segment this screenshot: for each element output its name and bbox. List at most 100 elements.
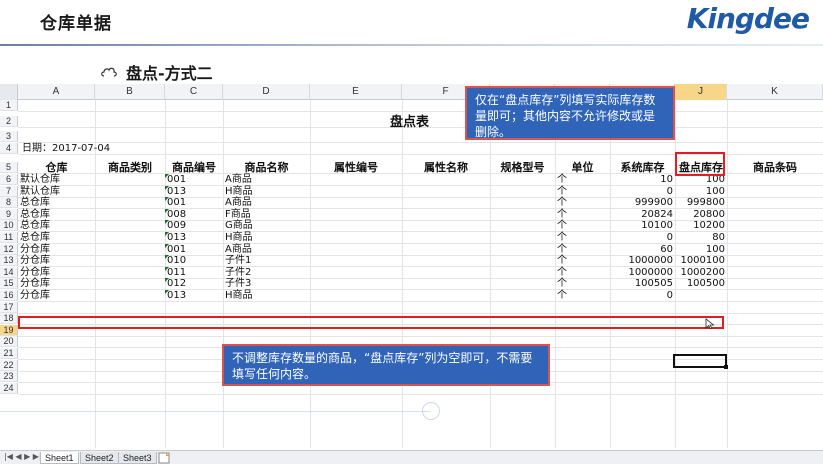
unit-cell[interactable]: 个 — [555, 244, 610, 255]
item-name-cell[interactable]: H商品 — [223, 186, 310, 197]
row-number[interactable]: 15 — [0, 278, 18, 290]
row-number[interactable]: 22 — [0, 359, 18, 371]
unit-cell[interactable]: 个 — [555, 290, 610, 301]
item-name-cell[interactable]: 子件3 — [223, 278, 310, 289]
warehouse-cell[interactable]: 默认仓库 — [18, 174, 95, 185]
item-code-cell[interactable]: 008 — [165, 209, 223, 220]
item-code-cell[interactable]: 001 — [165, 174, 223, 185]
item-code-cell[interactable]: 009 — [165, 220, 223, 231]
item-code-cell[interactable]: 001 — [165, 197, 223, 208]
row-number[interactable]: 3 — [0, 131, 18, 143]
row-number[interactable]: 1 — [0, 100, 18, 111]
table-header-cell[interactable]: 仓库 — [18, 162, 95, 173]
item-name-cell[interactable]: G商品 — [223, 220, 310, 231]
row-number[interactable]: 4 — [0, 142, 18, 154]
table-header-cell[interactable]: 商品编号 — [165, 162, 223, 173]
date-cell[interactable]: 日期：2017-07-04 — [20, 143, 112, 154]
unit-cell[interactable]: 个 — [555, 186, 610, 197]
warehouse-cell[interactable]: 默认仓库 — [18, 186, 95, 197]
table-title[interactable]: 盘点表 — [390, 111, 429, 130]
table-header-cell[interactable]: 商品名称 — [223, 162, 310, 173]
system-stock-cell[interactable]: 60 — [610, 244, 675, 255]
row-number[interactable]: 11 — [0, 232, 18, 243]
row-number[interactable]: 19 — [0, 324, 18, 336]
row-number[interactable]: 10 — [0, 220, 18, 232]
tab-navigation-arrows[interactable]: |◀ ◀ ▶ ▶| — [4, 452, 42, 461]
tab-sheet3[interactable]: Sheet3 — [118, 452, 157, 464]
count-stock-cell[interactable]: 20800 — [675, 209, 727, 220]
column-header-k[interactable]: K — [727, 84, 823, 100]
item-name-cell[interactable]: H商品 — [223, 290, 310, 301]
system-stock-cell[interactable]: 20824 — [610, 209, 675, 220]
column-header-c[interactable]: C — [165, 84, 223, 100]
row-number[interactable]: 16 — [0, 290, 18, 301]
item-name-cell[interactable]: 子件1 — [223, 255, 310, 266]
tab-sheet2[interactable]: Sheet2 — [80, 452, 119, 464]
count-stock-cell[interactable]: 10200 — [675, 220, 727, 231]
item-name-cell[interactable]: A商品 — [223, 174, 310, 185]
warehouse-cell[interactable]: 总仓库 — [18, 232, 95, 243]
column-header-j[interactable]: J — [675, 84, 727, 100]
row-number[interactable]: 9 — [0, 208, 18, 220]
row-number[interactable]: 13 — [0, 255, 18, 267]
row-number[interactable]: 20 — [0, 336, 18, 348]
unit-cell[interactable]: 个 — [555, 209, 610, 220]
row-number[interactable]: 12 — [0, 243, 18, 255]
select-all-corner[interactable] — [0, 84, 18, 100]
table-header-cell[interactable]: 商品类别 — [95, 162, 165, 173]
count-stock-cell[interactable]: 100500 — [675, 278, 727, 289]
warehouse-cell[interactable]: 分仓库 — [18, 290, 95, 301]
unit-cell[interactable]: 个 — [555, 255, 610, 266]
row-number[interactable]: 24 — [0, 382, 18, 394]
row-number[interactable]: 2 — [0, 115, 18, 127]
system-stock-cell[interactable]: 0 — [610, 232, 675, 243]
item-name-cell[interactable]: F商品 — [223, 209, 310, 220]
row-number[interactable]: 21 — [0, 348, 18, 359]
system-stock-cell[interactable]: 10100 — [610, 220, 675, 231]
system-stock-cell[interactable]: 0 — [610, 186, 675, 197]
item-name-cell[interactable]: A商品 — [223, 197, 310, 208]
item-name-cell[interactable]: H商品 — [223, 232, 310, 243]
system-stock-cell[interactable]: 10 — [610, 174, 675, 185]
tab-sheet1[interactable]: Sheet1 — [40, 452, 79, 464]
item-code-cell[interactable]: 012 — [165, 278, 223, 289]
item-code-cell[interactable]: 013 — [165, 186, 223, 197]
selected-cell-J19[interactable] — [673, 354, 727, 368]
system-stock-cell[interactable]: 100505 — [610, 278, 675, 289]
item-code-cell[interactable]: 013 — [165, 232, 223, 243]
fill-handle[interactable] — [724, 365, 728, 369]
item-code-cell[interactable]: 001 — [165, 244, 223, 255]
table-header-cell[interactable]: 系统库存 — [610, 162, 675, 173]
count-stock-cell[interactable]: 1000200 — [675, 267, 727, 278]
item-code-cell[interactable]: 013 — [165, 290, 223, 301]
unit-cell[interactable]: 个 — [555, 174, 610, 185]
row-number[interactable]: 6 — [0, 174, 18, 185]
unit-cell[interactable]: 个 — [555, 267, 610, 278]
item-name-cell[interactable]: A商品 — [223, 244, 310, 255]
item-code-cell[interactable]: 011 — [165, 267, 223, 278]
warehouse-cell[interactable]: 总仓库 — [18, 220, 95, 231]
unit-cell[interactable]: 个 — [555, 197, 610, 208]
table-header-cell[interactable]: 单位 — [555, 162, 610, 173]
count-stock-cell[interactable]: 1000100 — [675, 255, 727, 266]
row-number[interactable]: 7 — [0, 185, 18, 197]
unit-cell[interactable]: 个 — [555, 232, 610, 243]
column-header-e[interactable]: E — [310, 84, 402, 100]
insert-sheet-icon[interactable] — [158, 452, 172, 464]
system-stock-cell[interactable]: 1000000 — [610, 255, 675, 266]
column-header-a[interactable]: A — [18, 84, 95, 100]
warehouse-cell[interactable]: 分仓库 — [18, 278, 95, 289]
system-stock-cell[interactable]: 999900 — [610, 197, 675, 208]
table-header-cell[interactable]: 规格型号 — [490, 162, 555, 173]
system-stock-cell[interactable]: 0 — [610, 290, 675, 301]
warehouse-cell[interactable]: 总仓库 — [18, 209, 95, 220]
warehouse-cell[interactable]: 总仓库 — [18, 197, 95, 208]
row-number[interactable]: 23 — [0, 371, 18, 383]
warehouse-cell[interactable]: 分仓库 — [18, 255, 95, 266]
table-header-cell[interactable]: 商品条码 — [727, 162, 823, 173]
row-number[interactable]: 8 — [0, 197, 18, 209]
row-number[interactable]: 5 — [0, 162, 18, 174]
item-code-cell[interactable]: 010 — [165, 255, 223, 266]
count-stock-cell[interactable] — [675, 290, 727, 301]
row-number[interactable]: 17 — [0, 301, 18, 313]
